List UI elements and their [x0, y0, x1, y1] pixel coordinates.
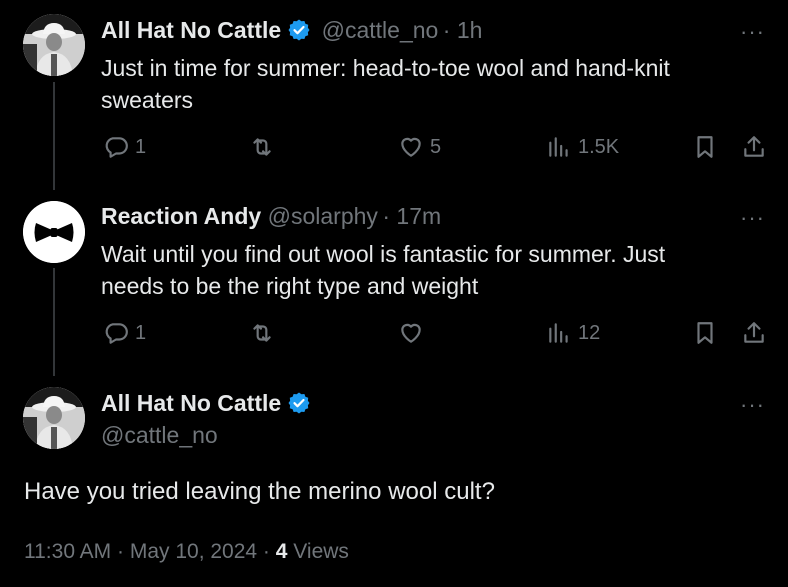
- tweet-text: Wait until you find out wool is fantasti…: [101, 238, 665, 302]
- more-icon[interactable]: ···: [740, 207, 765, 229]
- views-icon: [549, 137, 568, 157]
- author-handle[interactable]: @cattle_no: [322, 17, 439, 43]
- tweet-text-line: Wait until you find out wool is fantasti…: [101, 241, 666, 267]
- reply-button[interactable]: 1: [103, 320, 146, 346]
- bookmark-button[interactable]: [692, 320, 718, 346]
- retweet-button[interactable]: [249, 320, 281, 346]
- author-name[interactable]: All Hat No Cattle: [101, 390, 281, 416]
- retweet-icon: [253, 138, 271, 156]
- tweet-header: All Hat No Cattle: [101, 390, 311, 417]
- views-count: 4: [275, 540, 288, 563]
- more-icon[interactable]: ···: [740, 394, 765, 416]
- thread-line: [53, 82, 55, 190]
- views-count: 12: [578, 321, 601, 344]
- retweet-button[interactable]: [249, 134, 281, 160]
- tweet-meta: 11:30 AM · May 10, 2024 · 4 Views: [24, 540, 349, 564]
- views-button[interactable]: 1.5K: [546, 134, 619, 160]
- tweet-timestamp[interactable]: 11:30 AM · May 10, 2024 ·: [24, 540, 270, 563]
- heart-icon: [401, 137, 421, 157]
- tweet-time[interactable]: · 17m: [382, 203, 441, 229]
- reply-count: 1: [135, 135, 147, 158]
- share-button[interactable]: [741, 320, 767, 346]
- tweet-text: Just in time for summer: head-to-toe woo…: [101, 52, 670, 116]
- reply-button[interactable]: 1: [103, 134, 146, 160]
- views-button[interactable]: 12: [546, 320, 600, 346]
- author-name[interactable]: All Hat No Cattle: [101, 17, 281, 43]
- more-icon[interactable]: ···: [740, 21, 765, 43]
- author-name[interactable]: Reaction Andy: [101, 203, 261, 229]
- heart-icon: [401, 323, 421, 343]
- bookmark-icon: [697, 136, 713, 158]
- verified-badge-icon: [287, 391, 311, 415]
- bookmark-icon: [697, 322, 713, 344]
- main-tweet-text: Have you tried leaving the merino wool c…: [24, 478, 495, 505]
- thread-line: [53, 268, 55, 376]
- avatar[interactable]: [23, 387, 85, 449]
- share-button[interactable]: [741, 134, 767, 160]
- like-button[interactable]: 5: [398, 134, 441, 160]
- reply-icon: [105, 137, 128, 158]
- bookmark-button[interactable]: [692, 134, 718, 160]
- tweet-header: Reaction Andy @solarphy · 17m: [101, 203, 441, 230]
- reply-count: 1: [135, 321, 147, 344]
- share-icon: [744, 322, 764, 343]
- views-icon: [549, 323, 568, 343]
- tweet-text-line: sweaters: [101, 87, 194, 113]
- reply-icon: [105, 323, 128, 344]
- avatar[interactable]: [23, 201, 85, 263]
- verified-badge-icon: [287, 18, 311, 42]
- share-icon: [744, 136, 764, 157]
- author-handle[interactable]: @cattle_no: [101, 422, 218, 449]
- like-button[interactable]: [398, 320, 430, 346]
- retweet-icon: [253, 324, 271, 342]
- tweet-time[interactable]: · 1h: [443, 17, 483, 43]
- tweet-text-line: needs to be the right type and weight: [101, 273, 479, 299]
- author-handle[interactable]: @solarphy: [268, 203, 378, 229]
- views-label: Views: [293, 540, 349, 563]
- views-count: 1.5K: [578, 135, 620, 158]
- like-count: 5: [430, 135, 442, 158]
- avatar[interactable]: [23, 14, 85, 76]
- tweet-text-line: Just in time for summer: head-to-toe woo…: [101, 55, 670, 81]
- tweet-header: All Hat No Cattle @cattle_no · 1h: [101, 17, 482, 44]
